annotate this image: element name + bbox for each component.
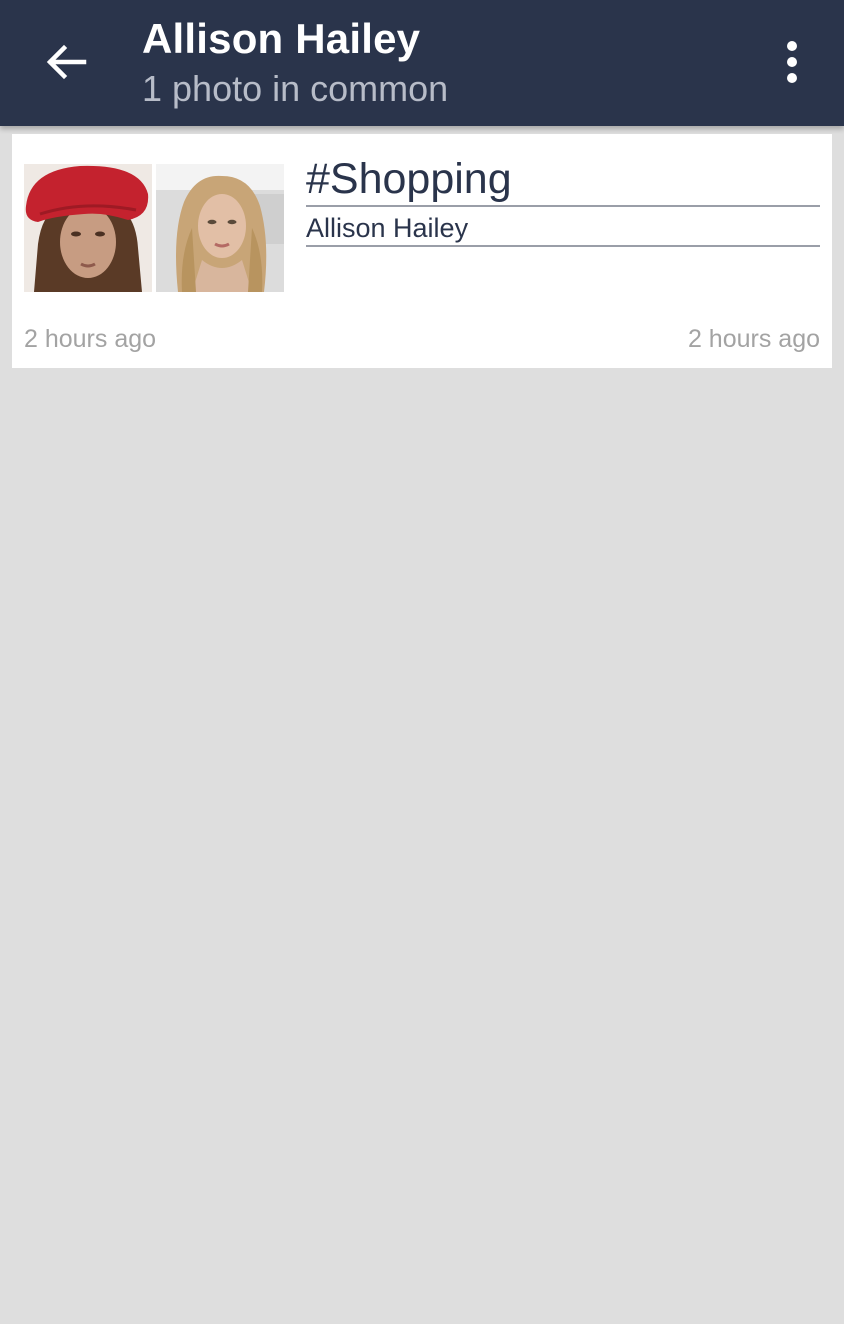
woman-red-beret-photo xyxy=(24,164,152,292)
timestamp-left: 2 hours ago xyxy=(24,325,157,353)
header-titles: Allison Hailey 1 photo in common xyxy=(142,12,448,110)
album-owner-name: Allison Hailey xyxy=(306,212,820,247)
timestamp-right: 2 hours ago xyxy=(687,325,820,353)
photo-thumbnail-blonde[interactable] xyxy=(156,164,284,292)
page-subtitle: 1 photo in common xyxy=(142,68,449,109)
album-tag-title: #Shopping xyxy=(306,154,820,207)
more-vertical-icon xyxy=(787,41,797,83)
photo-thumbnail-red-beret[interactable] xyxy=(24,164,152,292)
app-bar: Allison Hailey 1 photo in common xyxy=(0,0,844,126)
back-button[interactable] xyxy=(26,24,106,100)
overflow-menu-button[interactable] xyxy=(760,28,824,96)
common-photo-card[interactable]: #Shopping Allison Hailey 2 hours ago 2 h… xyxy=(12,134,832,368)
page-title: Allison Hailey xyxy=(142,15,421,62)
arrow-left-icon xyxy=(46,44,87,80)
woman-long-blonde-hair-photo xyxy=(156,164,284,292)
